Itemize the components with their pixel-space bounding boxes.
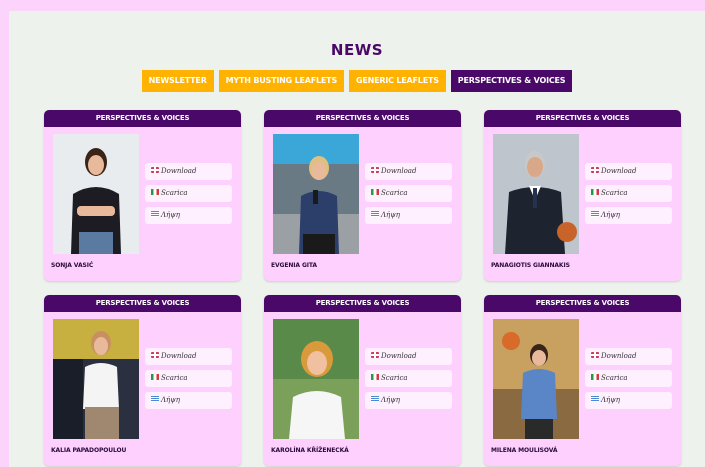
- download-link-en[interactable]: Download: [365, 163, 452, 180]
- download-link-gr[interactable]: Λήψη: [145, 207, 232, 224]
- person-name: KALIA PAPADOPOULOU: [51, 447, 127, 454]
- person-photo-icon: [53, 134, 139, 254]
- profile-photo: [493, 134, 579, 254]
- profile-photo: [53, 319, 139, 439]
- en-flag-icon: [371, 352, 379, 358]
- download-link-en[interactable]: Download: [145, 163, 232, 180]
- download-link-it[interactable]: Scarica: [585, 370, 672, 387]
- en-flag-icon: [151, 352, 159, 358]
- download-links: Download Scarica Λήψη: [365, 163, 452, 229]
- card-category: PERSPECTIVES & VOICES: [484, 110, 681, 127]
- profile-photo: [493, 319, 579, 439]
- profile-photo: [273, 134, 359, 254]
- download-links: Download Scarica Λήψη: [585, 163, 672, 229]
- it-flag-icon: [371, 374, 379, 380]
- it-flag-icon: [371, 189, 379, 195]
- download-link-en[interactable]: Download: [585, 348, 672, 365]
- en-flag-icon: [151, 167, 159, 173]
- profile-card: PERSPECTIVES & VOICES Download Scarica Λ…: [44, 295, 241, 466]
- tab-perspectives-voices[interactable]: PERSPECTIVES & VOICES: [450, 70, 573, 92]
- gr-flag-icon: [591, 211, 599, 217]
- page-title: NEWS: [330, 41, 384, 59]
- card-category: PERSPECTIVES & VOICES: [44, 110, 241, 127]
- download-link-en[interactable]: Download: [365, 348, 452, 365]
- it-flag-icon: [151, 189, 159, 195]
- it-flag-icon: [151, 374, 159, 380]
- tab-myth-busting-leaflets[interactable]: MYTH BUSTING LEAFLETS: [218, 70, 344, 92]
- download-link-it[interactable]: Scarica: [145, 370, 232, 387]
- gr-flag-icon: [591, 396, 599, 402]
- person-photo-icon: [493, 134, 579, 254]
- download-link-en[interactable]: Download: [145, 348, 232, 365]
- gr-flag-icon: [151, 396, 159, 402]
- profile-photo: [53, 134, 139, 254]
- download-link-gr[interactable]: Λήψη: [145, 392, 232, 409]
- gr-flag-icon: [151, 211, 159, 217]
- download-link-gr[interactable]: Λήψη: [585, 207, 672, 224]
- download-links: Download Scarica Λήψη: [145, 348, 232, 414]
- it-flag-icon: [591, 189, 599, 195]
- download-links: Download Scarica Λήψη: [145, 163, 232, 229]
- download-link-gr[interactable]: Λήψη: [585, 392, 672, 409]
- gr-flag-icon: [371, 211, 379, 217]
- profile-card: PERSPECTIVES & VOICES Download Scarica Λ…: [264, 295, 461, 466]
- profile-card: PERSPECTIVES & VOICES Download Scarica Λ…: [484, 110, 681, 281]
- en-flag-icon: [591, 167, 599, 173]
- download-links: Download Scarica Λήψη: [585, 348, 672, 414]
- download-link-en[interactable]: Download: [585, 163, 672, 180]
- it-flag-icon: [591, 374, 599, 380]
- profile-photo: [273, 319, 359, 439]
- person-name: SONJA VASIĆ: [51, 262, 94, 269]
- download-link-gr[interactable]: Λήψη: [365, 392, 452, 409]
- category-tabs: NEWSLETTER MYTH BUSTING LEAFLETS GENERIC…: [9, 70, 705, 92]
- news-page: NEWS NEWSLETTER MYTH BUSTING LEAFLETS GE…: [9, 11, 705, 467]
- en-flag-icon: [371, 167, 379, 173]
- profile-card: PERSPECTIVES & VOICES Download Scarica Λ…: [484, 295, 681, 466]
- person-photo-icon: [493, 319, 579, 439]
- card-category: PERSPECTIVES & VOICES: [44, 295, 241, 312]
- profile-card: PERSPECTIVES & VOICES Download Scarica Λ…: [44, 110, 241, 281]
- card-category: PERSPECTIVES & VOICES: [484, 295, 681, 312]
- person-photo-icon: [53, 319, 139, 439]
- person-photo-icon: [273, 134, 359, 254]
- person-name: KAROLÍNA KŘÍŽENECKÁ: [271, 447, 349, 454]
- download-links: Download Scarica Λήψη: [365, 348, 452, 414]
- tab-generic-leaflets[interactable]: GENERIC LEAFLETS: [349, 70, 446, 92]
- download-link-it[interactable]: Scarica: [365, 185, 452, 202]
- person-name: MILENA MOULISOVÁ: [491, 447, 558, 454]
- en-flag-icon: [591, 352, 599, 358]
- gr-flag-icon: [371, 396, 379, 402]
- person-name: PANAGIOTIS GIANNAKIS: [491, 262, 570, 269]
- download-link-it[interactable]: Scarica: [145, 185, 232, 202]
- download-link-gr[interactable]: Λήψη: [365, 207, 452, 224]
- profile-card: PERSPECTIVES & VOICES Download Scarica Λ…: [264, 110, 461, 281]
- card-category: PERSPECTIVES & VOICES: [264, 110, 461, 127]
- download-link-it[interactable]: Scarica: [585, 185, 672, 202]
- person-name: EVGENIA GITA: [271, 262, 317, 269]
- download-link-it[interactable]: Scarica: [365, 370, 452, 387]
- tab-newsletter[interactable]: NEWSLETTER: [141, 70, 214, 92]
- person-photo-icon: [273, 319, 359, 439]
- card-category: PERSPECTIVES & VOICES: [264, 295, 461, 312]
